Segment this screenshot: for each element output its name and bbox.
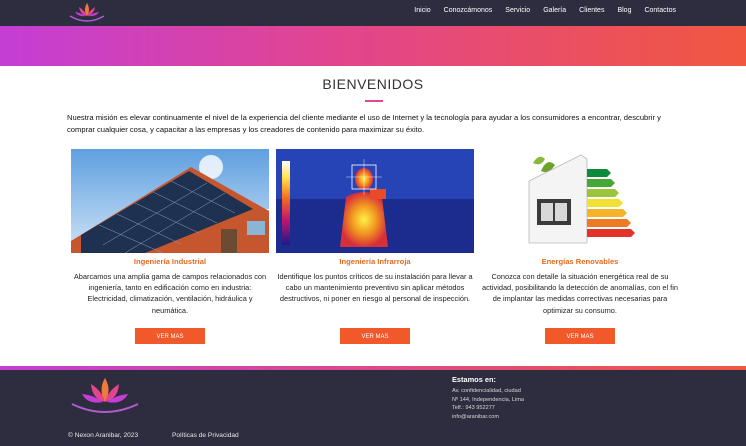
intro-paragraph: Nuestra misión es elevar continuamente e… (67, 113, 661, 134)
contact-title: Estamos en: (452, 375, 496, 384)
card-text-industrial: Abarcamos una amplia gama de campos rela… (73, 272, 267, 315)
ver-mas-button-renovables[interactable]: VER MAS (545, 328, 615, 344)
footer-copyright: © Nexon Aranibar, 2023 (68, 432, 139, 439)
card-title-infrarroja: Ingeniería Infrarroja (339, 257, 411, 266)
card-title-industrial: Ingeniería Industrial (133, 257, 207, 266)
service-card-infrarroja: Ingeniería Infrarroja Identifique los pu… (276, 149, 474, 305)
service-card-industrial: Ingeniería Industrial Abarcamos una ampl… (71, 149, 269, 316)
thermal-camera-image (276, 149, 474, 253)
contact-line-address: Av. confidencialidad, ciudad (452, 388, 521, 394)
nav-contactos[interactable]: Contactos (644, 7, 676, 14)
contact-line-email[interactable]: info@aranibar.com (452, 413, 524, 422)
energy-rating-house-image (481, 149, 679, 253)
top-navbar: Inicio Conozcámonos Servicio Galería Cli… (0, 0, 746, 26)
contact-line-district: Nº 144, Independencia, Lima (452, 396, 525, 403)
page-title: BIENVENIDOS (322, 76, 424, 92)
nav-servicio[interactable]: Servicio (505, 7, 530, 14)
privacy-policy-link[interactable]: Políticas de Privacidad (172, 432, 239, 439)
nav-conozcamonos[interactable]: Conozcámonos (444, 7, 493, 14)
service-card-renovables: Energías Renovables Conozca con detalle … (481, 149, 679, 316)
card-text-infrarroja: Identifique los puntos críticos de su in… (277, 272, 473, 304)
contact-info: Av. confidencialidad, ciudad Nº 144, Ind… (452, 387, 524, 421)
nav-inicio[interactable]: Inicio (414, 7, 430, 14)
lotus-logo-footer-icon[interactable] (70, 374, 140, 414)
card-text-renovables: Conozca con detalle la situación energét… (482, 272, 678, 315)
card-title-renovables: Energías Renovables (541, 257, 619, 266)
ver-mas-button-industrial[interactable]: VER MAS (135, 328, 205, 344)
contact-line-phone: Telf.: 943 952277 (452, 405, 495, 412)
solar-roof-image (71, 149, 269, 253)
lotus-logo-icon[interactable] (66, 0, 108, 22)
nav-galeria[interactable]: Galería (543, 7, 566, 14)
nav-blog[interactable]: Blog (617, 7, 631, 14)
hero-gradient-banner (0, 26, 746, 66)
title-underline (365, 100, 383, 102)
nav-clientes[interactable]: Clientes (579, 7, 604, 14)
ver-mas-button-infrarroja[interactable]: VER MAS (340, 328, 410, 344)
main-nav: Inicio Conozcámonos Servicio Galería Cli… (414, 7, 676, 14)
